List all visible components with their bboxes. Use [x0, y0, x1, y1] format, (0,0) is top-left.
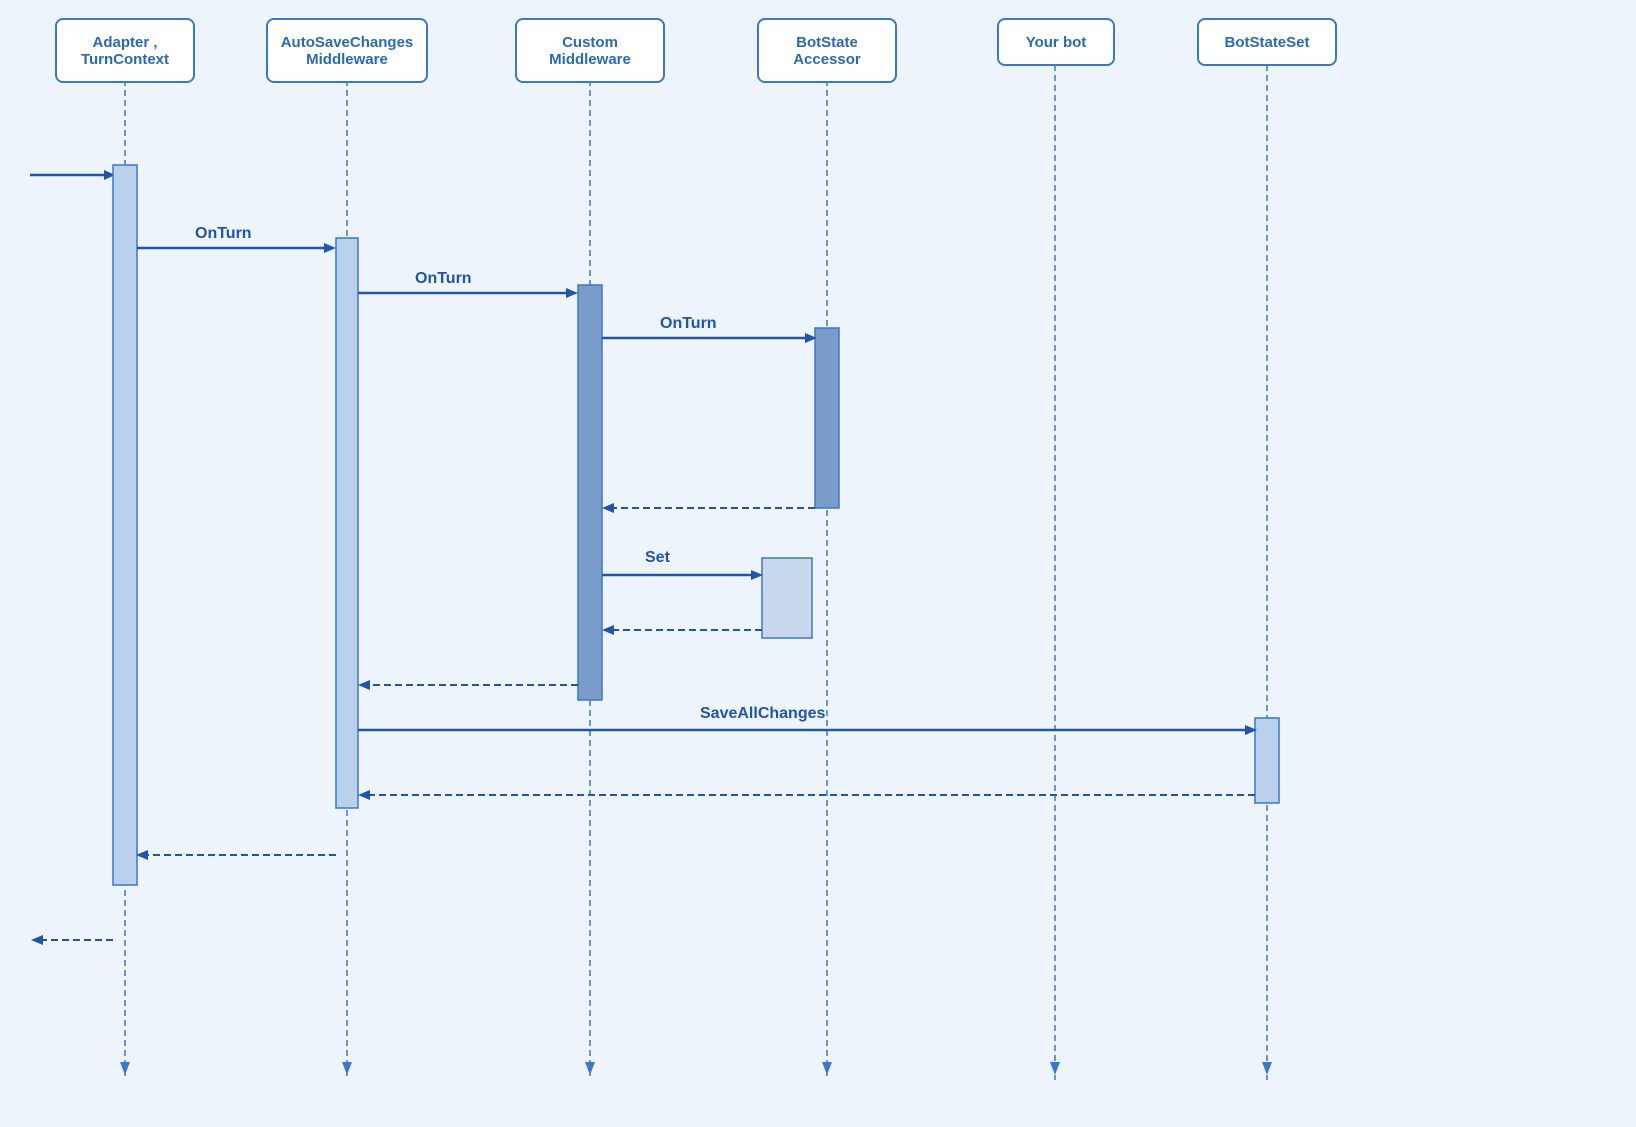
svg-text:OnTurn: OnTurn — [415, 270, 472, 287]
actor-botstateset: BotStateSet — [1197, 18, 1337, 66]
svg-text:Set: Set — [645, 549, 671, 566]
svg-text:OnTurn: OnTurn — [660, 315, 717, 332]
svg-text:SaveAllChanges: SaveAllChanges — [700, 705, 825, 722]
actor-custom: Custom Middleware — [515, 18, 665, 83]
actor-botstate: BotState Accessor — [757, 18, 897, 83]
sequence-diagram: OnTurn OnTurn OnTurn Set SaveAllChanges — [0, 0, 1636, 1127]
actor-adapter: Adapter , TurnContext — [55, 18, 195, 83]
actor-yourbot: Your bot — [997, 18, 1115, 66]
actor-autosave: AutoSaveChanges Middleware — [266, 18, 428, 83]
svg-text:OnTurn: OnTurn — [195, 225, 252, 242]
